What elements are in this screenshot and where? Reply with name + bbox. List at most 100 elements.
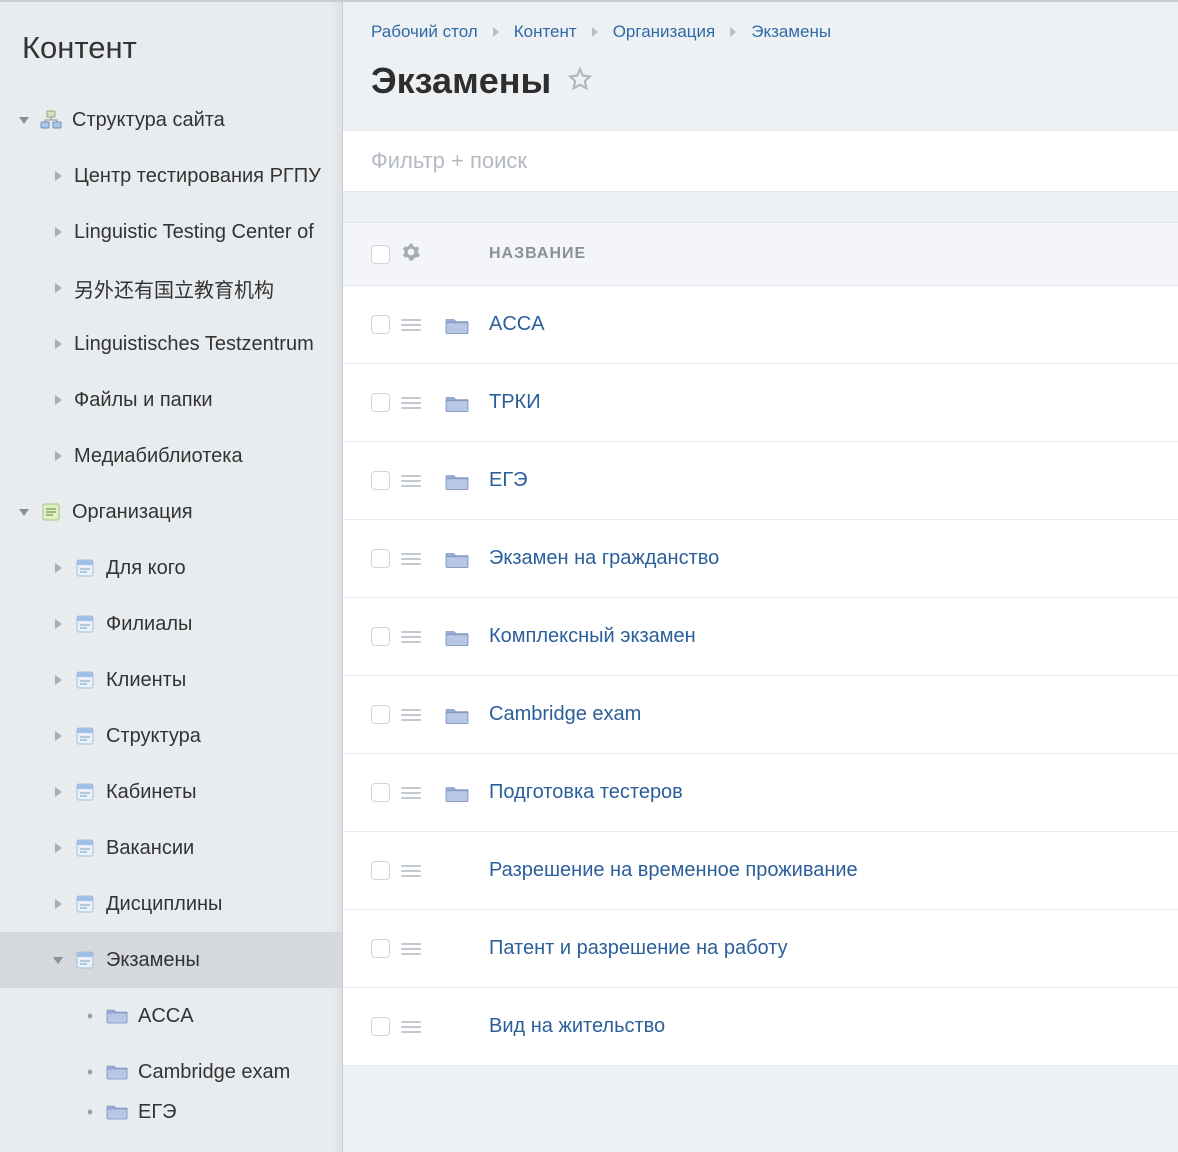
chevron-right-icon: [52, 338, 64, 350]
chevron-right-icon: [52, 450, 64, 462]
grid-row: Разрешение на временное проживание: [343, 832, 1178, 910]
drag-handle-icon[interactable]: [401, 709, 445, 721]
bullet-icon: •: [84, 1063, 96, 1081]
gear-icon[interactable]: [401, 242, 421, 267]
tree-item[interactable]: Клиенты: [0, 652, 342, 708]
drag-handle-icon[interactable]: [401, 475, 445, 487]
tree-item[interactable]: Вакансии: [0, 820, 342, 876]
grid-row: Экзамен на гражданство: [343, 520, 1178, 598]
row-name-link[interactable]: Вид на жительство: [489, 1015, 665, 1038]
row-name-link[interactable]: Патент и разрешение на работу: [489, 937, 788, 960]
row-checkbox[interactable]: [371, 393, 390, 412]
grid-row: ТРКИ: [343, 364, 1178, 442]
tree-item[interactable]: • ЕГЭ: [0, 1100, 342, 1124]
drag-handle-icon[interactable]: [401, 1021, 445, 1033]
sitemap-icon: [40, 110, 62, 130]
page-title: Экзамены: [371, 60, 551, 102]
row-checkbox[interactable]: [371, 471, 390, 490]
grid-row: Комплексный экзамен: [343, 598, 1178, 676]
page-title-wrap: Экзамены: [343, 60, 1178, 130]
tree-item[interactable]: Структура: [0, 708, 342, 764]
breadcrumb-item[interactable]: Организация: [613, 22, 716, 42]
chevron-down-icon: [18, 506, 30, 518]
row-name-link[interactable]: Cambridge exam: [489, 703, 641, 726]
row-checkbox[interactable]: [371, 939, 390, 958]
row-checkbox[interactable]: [371, 861, 390, 880]
grid-row: ACCA: [343, 286, 1178, 364]
row-name-link[interactable]: Экзамен на гражданство: [489, 547, 719, 570]
tree-item[interactable]: Файлы и папки: [0, 372, 342, 428]
row-checkbox[interactable]: [371, 1017, 390, 1036]
drag-handle-icon[interactable]: [401, 787, 445, 799]
breadcrumb-item[interactable]: Контент: [514, 22, 577, 42]
tree-item[interactable]: Филиалы: [0, 596, 342, 652]
chevron-right-icon: [52, 786, 64, 798]
row-checkbox[interactable]: [371, 549, 390, 568]
tree-item-exams[interactable]: Экзамены: [0, 932, 342, 988]
drag-handle-icon[interactable]: [401, 631, 445, 643]
doc-icon: [74, 894, 96, 914]
tree-item[interactable]: Дисциплины: [0, 876, 342, 932]
tree-label: Кабинеты: [106, 781, 196, 804]
tree-label: Организация: [72, 501, 193, 524]
drag-handle-icon[interactable]: [401, 319, 445, 331]
row-checkbox[interactable]: [371, 315, 390, 334]
filter-search-input[interactable]: [371, 148, 1150, 174]
tree-item[interactable]: Медиабиблиотека: [0, 428, 342, 484]
grid-row: Патент и разрешение на работу: [343, 910, 1178, 988]
folder-icon: [106, 1062, 128, 1082]
grid-row: Вид на жительство: [343, 988, 1178, 1066]
tree-group-site-structure[interactable]: Структура сайта: [0, 92, 342, 148]
tree-item[interactable]: 另外还有国立教育机构: [0, 260, 342, 316]
drag-handle-icon[interactable]: [401, 943, 445, 955]
tree-item[interactable]: Linguistisches Testzentrum: [0, 316, 342, 372]
row-name-link[interactable]: ЕГЭ: [489, 469, 528, 492]
drag-handle-icon[interactable]: [401, 865, 445, 877]
chevron-right-icon: [591, 22, 599, 42]
page-icon: [40, 502, 62, 522]
row-name-link[interactable]: Разрешение на временное проживание: [489, 859, 858, 882]
tree-item[interactable]: Для кого: [0, 540, 342, 596]
row-name-link[interactable]: ACCA: [489, 313, 545, 336]
chevron-right-icon: [52, 226, 64, 238]
tree-label: Центр тестирования РГПУ: [74, 165, 321, 188]
folder-icon: [445, 549, 489, 569]
tree-item[interactable]: Кабинеты: [0, 764, 342, 820]
drag-handle-icon[interactable]: [401, 553, 445, 565]
grid-body: ACCA ТРКИ ЕГЭ Экзамен на гражданство Комплек…: [343, 286, 1178, 1066]
tree-item[interactable]: Центр тестирования РГПУ: [0, 148, 342, 204]
row-checkbox[interactable]: [371, 783, 390, 802]
row-name-link[interactable]: ТРКИ: [489, 391, 541, 414]
tree-item[interactable]: Linguistic Testing Center of: [0, 204, 342, 260]
chevron-right-icon: [729, 22, 737, 42]
tree-label: Вакансии: [106, 837, 194, 860]
folder-icon: [445, 705, 489, 725]
column-header-name[interactable]: НАЗВАНИЕ: [489, 245, 586, 262]
row-checkbox[interactable]: [371, 705, 390, 724]
tree-label: ЕГЭ: [138, 1101, 177, 1124]
tree-item[interactable]: • ACCA: [0, 988, 342, 1044]
sidebar-title: Контент: [0, 22, 342, 92]
tree-label: Файлы и папки: [74, 389, 213, 412]
tree-item[interactable]: • Cambridge exam: [0, 1044, 342, 1100]
row-name-link[interactable]: Комплексный экзамен: [489, 625, 696, 648]
favorite-star-button[interactable]: [567, 66, 593, 97]
tree-label: Linguistisches Testzentrum: [74, 333, 314, 356]
tree-label: Филиалы: [106, 613, 192, 636]
tree: Структура сайта Центр тестирования РГПУ …: [0, 92, 342, 1124]
row-name-link[interactable]: Подготовка тестеров: [489, 781, 683, 804]
folder-icon: [106, 1006, 128, 1026]
doc-icon: [74, 782, 96, 802]
breadcrumb-item[interactable]: Экзамены: [751, 22, 831, 42]
breadcrumb-item[interactable]: Рабочий стол: [371, 22, 478, 42]
select-all-checkbox[interactable]: [371, 245, 390, 264]
tree-label: 另外还有国立教育机构: [74, 274, 274, 303]
chevron-right-icon: [52, 898, 64, 910]
tree-group-organization[interactable]: Организация: [0, 484, 342, 540]
tree-label: Медиабиблиотека: [74, 445, 243, 468]
drag-handle-icon[interactable]: [401, 397, 445, 409]
doc-icon: [74, 558, 96, 578]
grid-row: Подготовка тестеров: [343, 754, 1178, 832]
bullet-icon: •: [84, 1103, 96, 1121]
row-checkbox[interactable]: [371, 627, 390, 646]
